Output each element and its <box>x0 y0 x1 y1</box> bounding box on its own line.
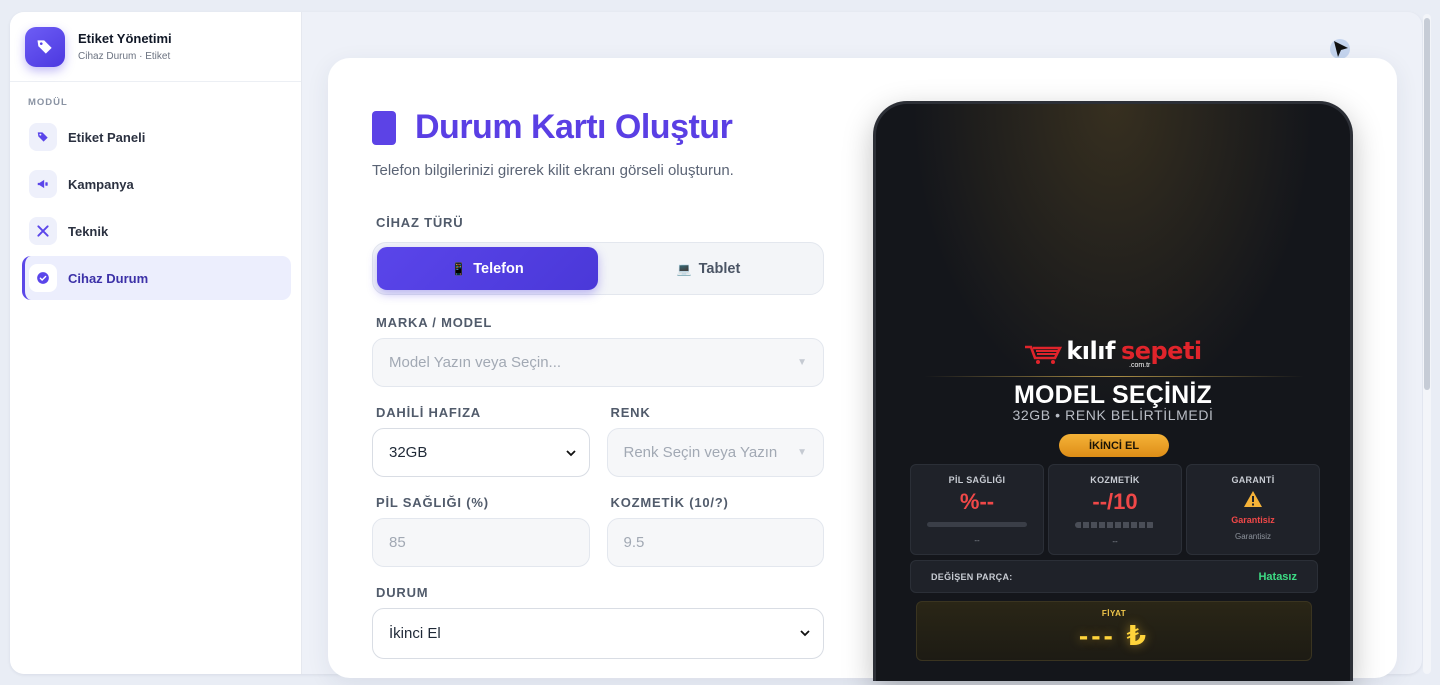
sidebar-item-label: Etiket Paneli <box>68 129 146 145</box>
gold-divider <box>924 376 1304 377</box>
preview-model-title: MODEL SEÇİNİZ <box>1014 381 1212 409</box>
color-label: RENK <box>610 405 651 420</box>
sidebar-item-label: Cihaz Durum <box>68 270 149 286</box>
kilif-sepeti-logo: kılıf sepeti <box>876 337 1350 365</box>
shopping-cart-icon <box>1025 345 1063 364</box>
megaphone-icon <box>29 170 57 198</box>
stat-value: --/10 <box>1092 489 1138 514</box>
cosmetic-placeholder: 9.5 <box>623 534 645 551</box>
part-label: DEĞİŞEN PARÇA: <box>931 571 1013 582</box>
condition-value: İkinci El <box>389 625 441 642</box>
price-value: --- ₺ <box>1078 620 1150 651</box>
warning-icon <box>1244 491 1262 507</box>
battery-stat-card: PİL SAĞLIĞI %-- -- <box>910 464 1044 555</box>
chevron-down-icon <box>800 630 810 637</box>
logo-domain: .com.tr <box>1129 362 1151 369</box>
brand-model-label: MARKA / MODEL <box>376 315 493 330</box>
brand-model-placeholder: Model Yazın veya Seçin... <box>389 354 562 371</box>
storage-select[interactable]: 32GB <box>372 428 590 477</box>
caret-down-icon: ▼ <box>797 447 807 458</box>
stat-foot: Garantisiz <box>1234 532 1271 541</box>
warranty-stat-card: GARANTİ Garantisiz Garantisiz <box>1186 464 1320 555</box>
device-option-label: Tablet <box>698 260 741 277</box>
condition-select[interactable]: İkinci El <box>372 608 824 659</box>
check-circle-icon <box>29 264 57 292</box>
sidebar-item-label: Kampanya <box>68 176 134 192</box>
condition-badge: İKİNCİ EL <box>1059 434 1169 457</box>
app-title: Etiket Yönetimi <box>78 31 172 46</box>
stat-label: PİL SAĞLIĞI <box>948 475 1006 485</box>
battery-input[interactable]: 85 <box>372 518 590 567</box>
tag-logo-icon <box>25 26 65 67</box>
sidebar-nav: Etiket Paneli Kampanya Teknik Cihaz Duru… <box>10 115 301 300</box>
logo-word-2: sepeti <box>1120 337 1202 365</box>
device-option-label: Telefon <box>473 260 524 277</box>
chevron-down-icon <box>565 450 576 457</box>
page-subtitle: Telefon bilgilerinizi girerek kilit ekra… <box>372 162 734 179</box>
section-label: MODÜL <box>28 97 68 108</box>
status-card-form: Durum Kartı Oluştur Telefon bilgileriniz… <box>372 58 824 659</box>
cosmetic-stat-card: KOZMETİK --/10 -- <box>1048 464 1182 555</box>
mobile-phone-icon: 📱 <box>451 261 467 276</box>
scrollbar-thumb[interactable] <box>1424 18 1430 390</box>
sidebar-item-label: Teknik <box>68 223 109 239</box>
part-value: Hatasız <box>1258 570 1297 583</box>
battery-bar <box>927 522 1027 527</box>
warranty-status: Garantisiz <box>1231 515 1275 525</box>
tools-icon <box>29 217 57 245</box>
color-combobox[interactable]: Renk Seçin veya Yazın ▼ <box>606 428 824 477</box>
storage-value: 32GB <box>389 444 428 461</box>
battery-label: PİL SAĞLIĞI (%) <box>376 495 489 510</box>
caret-down-icon: ▼ <box>797 357 807 368</box>
device-type-label: CİHAZ TÜRÜ <box>376 215 464 230</box>
stat-label: KOZMETİK <box>1090 475 1140 485</box>
cosmetic-segments <box>1075 522 1155 528</box>
brand-header: Etiket Yönetimi Cihaz Durum · Etiket <box>10 12 301 82</box>
device-telefon-button[interactable]: 📱 Telefon <box>377 247 598 290</box>
page-title: Durum Kartı Oluştur <box>415 108 733 146</box>
lockscreen-preview: kılıf sepeti .com.tr MODEL SEÇİNİZ 32GB … <box>873 101 1353 681</box>
device-type-toggle: 📱 Telefon 💻 Tablet <box>372 242 824 295</box>
sidebar-item-cihaz-durum[interactable]: Cihaz Durum <box>22 256 291 300</box>
laptop-icon: 💻 <box>676 261 692 276</box>
condition-label: DURUM <box>376 585 429 600</box>
color-placeholder: Renk Seçin veya Yazın <box>623 444 778 461</box>
sidebar-item-kampanya[interactable]: Kampanya <box>22 162 291 206</box>
app-subtitle: Cihaz Durum · Etiket <box>78 51 171 62</box>
storage-label: DAHİLİ HAFIZA <box>376 405 481 420</box>
phone-title-icon <box>372 110 396 145</box>
main-card: Durum Kartı Oluştur Telefon bilgileriniz… <box>328 58 1397 681</box>
page-scrollbar[interactable] <box>1423 14 1431 674</box>
brand-model-combobox[interactable]: Model Yazın veya Seçin... ▼ <box>372 338 824 387</box>
sidebar-item-etiket-paneli[interactable]: Etiket Paneli <box>22 115 291 159</box>
cosmetic-input[interactable]: 9.5 <box>606 518 824 567</box>
changed-part-row: DEĞİŞEN PARÇA: Hatasız <box>910 560 1318 593</box>
tag-icon <box>29 123 57 151</box>
sidebar-item-teknik[interactable]: Teknik <box>22 209 291 253</box>
cosmetic-label: KOZMETİK (10/?) <box>610 495 729 510</box>
price-box: FİYAT --- ₺ <box>916 601 1312 661</box>
device-tablet-button[interactable]: 💻 Tablet <box>598 247 819 290</box>
logo-word-1: kılıf <box>1066 337 1115 365</box>
price-label: FİYAT <box>1101 609 1127 618</box>
stat-value: %-- <box>959 489 995 514</box>
preview-model-sub: 32GB • RENK BELİRTİLMEDİ <box>1012 407 1214 423</box>
stat-foot: -- <box>1112 537 1118 546</box>
stat-label: GARANTİ <box>1231 475 1275 485</box>
stat-foot: -- <box>974 536 980 545</box>
battery-placeholder: 85 <box>389 534 406 551</box>
sidebar: Etiket Yönetimi Cihaz Durum · Etiket MOD… <box>10 12 302 674</box>
